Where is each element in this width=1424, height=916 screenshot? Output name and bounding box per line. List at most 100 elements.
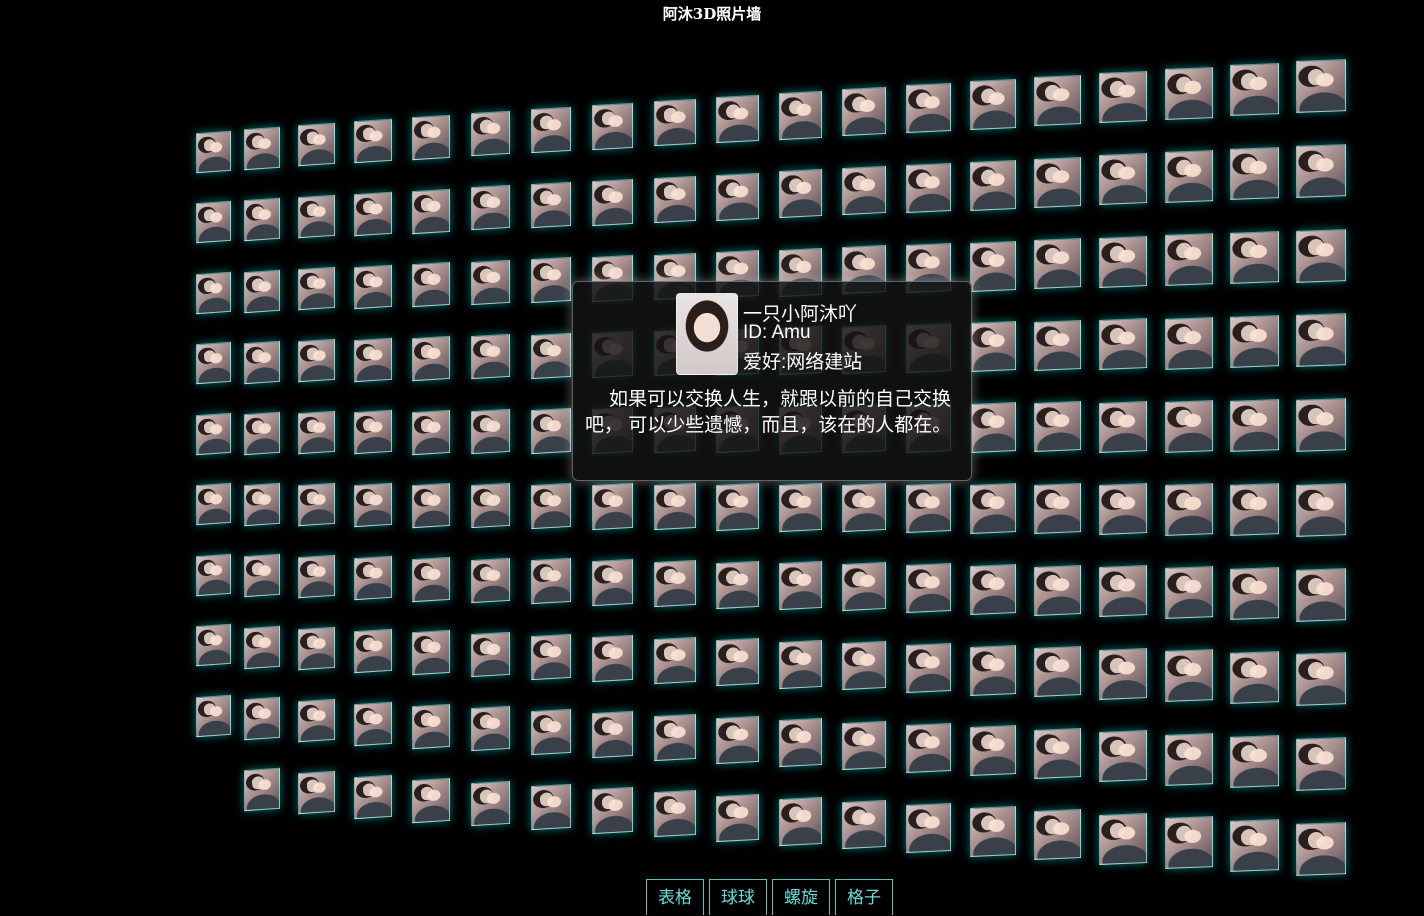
photo-tile[interactable] xyxy=(412,262,451,308)
photo-tile[interactable] xyxy=(1230,314,1280,369)
photo-tile[interactable] xyxy=(243,767,280,812)
photo-tile[interactable] xyxy=(969,644,1016,696)
photo-tile[interactable] xyxy=(471,408,511,455)
photo-tile[interactable] xyxy=(1296,567,1346,622)
photo-tile[interactable] xyxy=(297,338,335,383)
photo-tile[interactable] xyxy=(1099,400,1147,453)
photo-tile[interactable] xyxy=(412,409,451,455)
photo-tile[interactable] xyxy=(354,555,392,601)
photo-tile[interactable] xyxy=(653,559,696,608)
photo-tile[interactable] xyxy=(1230,650,1280,705)
photo-tile[interactable] xyxy=(592,482,633,530)
photo-tile[interactable] xyxy=(297,194,335,239)
photo-tile[interactable] xyxy=(1099,153,1147,206)
photo-tile[interactable] xyxy=(653,713,696,761)
photo-tile[interactable] xyxy=(195,694,231,737)
photo-tile[interactable] xyxy=(531,182,572,229)
photo-tile[interactable] xyxy=(1034,564,1081,616)
photo-tile[interactable] xyxy=(1296,483,1346,537)
photo-tile[interactable] xyxy=(531,257,572,304)
photo-tile[interactable] xyxy=(354,628,392,673)
photo-tile[interactable] xyxy=(1296,652,1346,707)
photo-tile[interactable] xyxy=(243,482,280,527)
photo-tile[interactable] xyxy=(1099,482,1147,535)
photo-tile[interactable] xyxy=(653,636,696,685)
photo-tile[interactable] xyxy=(1034,319,1081,372)
photo-tile[interactable] xyxy=(653,482,696,531)
photo-tile[interactable] xyxy=(841,720,887,770)
photo-tile[interactable] xyxy=(1034,156,1081,208)
photo-tile[interactable] xyxy=(905,642,951,694)
photo-tile[interactable] xyxy=(715,793,759,842)
photo-tile[interactable] xyxy=(297,266,335,311)
photo-tile[interactable] xyxy=(1099,812,1147,865)
photo-tile[interactable] xyxy=(715,94,759,144)
photo-tile[interactable] xyxy=(471,780,511,827)
photo-tile[interactable] xyxy=(412,188,451,234)
photo-tile[interactable] xyxy=(1164,150,1213,203)
sphere-layout-button[interactable]: 球球 xyxy=(709,879,767,915)
photo-tile[interactable] xyxy=(243,554,280,598)
photo-tile[interactable] xyxy=(471,185,511,231)
photo-tile[interactable] xyxy=(354,337,392,382)
photo-tile[interactable] xyxy=(1230,398,1280,453)
photo-tile[interactable] xyxy=(354,410,392,455)
photo-tile[interactable] xyxy=(841,86,887,137)
photo-tile[interactable] xyxy=(412,630,451,676)
photo-tile[interactable] xyxy=(778,718,822,768)
photo-tile[interactable] xyxy=(297,122,335,167)
photo-tile[interactable] xyxy=(969,321,1016,373)
photo-tile[interactable] xyxy=(592,710,633,758)
photo-tile[interactable] xyxy=(653,175,696,224)
photo-tile[interactable] xyxy=(1296,822,1346,876)
photo-tile[interactable] xyxy=(1230,231,1280,285)
photo-tile[interactable] xyxy=(297,410,335,455)
photo-tile[interactable] xyxy=(1230,147,1280,201)
photo-tile[interactable] xyxy=(1099,71,1147,123)
photo-tile[interactable] xyxy=(841,166,887,216)
photo-tile[interactable] xyxy=(243,625,280,669)
photo-tile[interactable] xyxy=(592,102,633,150)
photo-tile[interactable] xyxy=(1164,566,1213,619)
photo-tile[interactable] xyxy=(715,172,759,221)
photo-tile[interactable] xyxy=(1164,316,1213,370)
photo-tile[interactable] xyxy=(1034,809,1081,861)
photo-tile[interactable] xyxy=(354,191,392,236)
photo-tile[interactable] xyxy=(778,169,822,219)
photo-tile[interactable] xyxy=(195,342,231,385)
photo-tile[interactable] xyxy=(1164,233,1213,287)
photo-tile[interactable] xyxy=(1034,646,1081,698)
photo-tile[interactable] xyxy=(195,271,231,315)
helix-layout-button[interactable]: 螺旋 xyxy=(772,879,830,915)
photo-tile[interactable] xyxy=(1296,398,1346,452)
photo-tile[interactable] xyxy=(531,332,572,379)
photo-tile[interactable] xyxy=(243,126,280,170)
photo-tile[interactable] xyxy=(969,240,1016,292)
photo-tile[interactable] xyxy=(243,696,280,740)
photo-tile[interactable] xyxy=(195,623,231,667)
photo-tile[interactable] xyxy=(471,557,511,604)
photo-tile[interactable] xyxy=(1099,647,1147,700)
photo-tile[interactable] xyxy=(195,130,231,174)
photo-tile[interactable] xyxy=(969,725,1016,777)
photo-tile[interactable] xyxy=(354,482,392,528)
photo-tile[interactable] xyxy=(297,554,335,599)
photo-tile[interactable] xyxy=(969,159,1016,211)
photo-tile[interactable] xyxy=(905,562,951,614)
photo-tile[interactable] xyxy=(715,715,759,765)
photo-tile[interactable] xyxy=(531,106,572,154)
photo-tile[interactable] xyxy=(841,482,887,533)
photo-tile[interactable] xyxy=(297,699,335,743)
photo-tile[interactable] xyxy=(195,482,231,526)
photo-tile[interactable] xyxy=(1164,649,1213,702)
photo-tile[interactable] xyxy=(412,703,451,749)
photo-tile[interactable] xyxy=(531,783,572,831)
photo-tile[interactable] xyxy=(195,412,231,456)
photo-tile[interactable] xyxy=(653,790,696,838)
photo-tile[interactable] xyxy=(1230,63,1280,117)
photo-tile[interactable] xyxy=(297,482,335,527)
photo-tile[interactable] xyxy=(592,787,633,835)
grid-layout-button[interactable]: 格子 xyxy=(835,879,893,915)
photo-tile[interactable] xyxy=(1164,482,1213,536)
photo-tile[interactable] xyxy=(1296,313,1346,368)
